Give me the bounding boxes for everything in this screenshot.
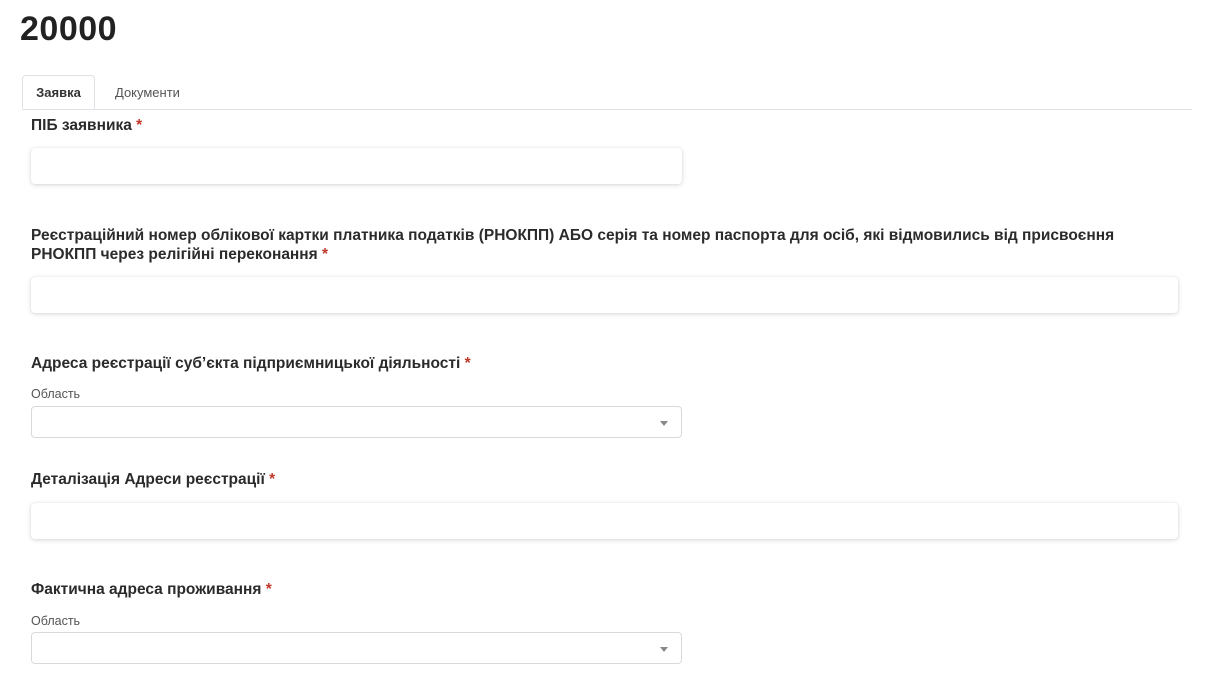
actual-region-label: Область bbox=[31, 614, 81, 628]
tab-documents[interactable]: Документи bbox=[114, 75, 181, 109]
caret-down-icon bbox=[660, 647, 668, 652]
registration-address-label-text: Адреса реєстрації суб’єкта підприємницьк… bbox=[31, 355, 461, 372]
registration-address-details-input[interactable] bbox=[31, 503, 1178, 539]
actual-address-label-text: Фактична адреса проживання bbox=[31, 581, 262, 598]
registration-address-label: Адреса реєстрації суб’єкта підприємницьк… bbox=[31, 354, 471, 373]
applicant-name-label-text: ПІБ заявника bbox=[31, 117, 132, 134]
required-marker: * bbox=[322, 246, 329, 263]
caret-down-icon bbox=[660, 421, 668, 426]
actual-address-label: Фактична адреса проживання * bbox=[31, 580, 272, 599]
registration-region-select[interactable] bbox=[31, 406, 682, 438]
required-marker: * bbox=[136, 117, 143, 134]
required-marker: * bbox=[269, 471, 276, 488]
applicant-name-input[interactable] bbox=[31, 148, 682, 184]
registration-address-details-label: Деталізація Адреси реєстрації * bbox=[31, 470, 275, 489]
applicant-name-label: ПІБ заявника * bbox=[31, 116, 142, 135]
actual-region-select[interactable] bbox=[31, 632, 682, 664]
required-marker: * bbox=[265, 581, 272, 598]
tax-number-label-line1: Реєстраційний номер облікової картки пла… bbox=[31, 227, 1115, 244]
tax-number-label: Реєстраційний номер облікової картки пла… bbox=[31, 226, 1114, 264]
required-marker: * bbox=[464, 355, 471, 372]
page-title: 20000 bbox=[20, 10, 118, 48]
tax-number-label-line2: РНОКПП через релігійні переконання bbox=[31, 246, 318, 263]
registration-address-details-label-text: Деталізація Адреси реєстрації bbox=[31, 471, 265, 488]
tab-application[interactable]: Заявка bbox=[22, 75, 95, 109]
tax-number-input[interactable] bbox=[31, 277, 1178, 313]
registration-region-label: Область bbox=[31, 387, 81, 401]
tab-bar: Заявка Документи bbox=[22, 75, 1192, 110]
